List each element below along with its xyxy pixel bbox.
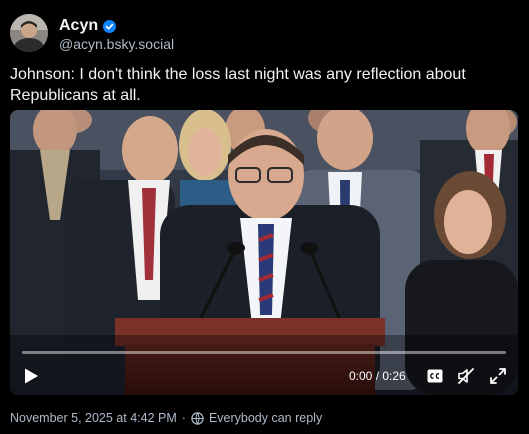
- everybody-reply-icon: [191, 411, 204, 425]
- muted-speaker-icon[interactable]: [457, 367, 475, 385]
- fullscreen-icon[interactable]: [489, 367, 507, 385]
- play-icon[interactable]: [22, 367, 40, 385]
- author-display-name[interactable]: Acyn: [59, 17, 98, 35]
- author-handle[interactable]: @acyn.bsky.social: [59, 36, 174, 52]
- avatar[interactable]: [10, 14, 48, 52]
- post-timestamp[interactable]: November 5, 2025 at 4:42 PM: [10, 411, 177, 425]
- post: Acyn @acyn.bsky.social Johnson: I don't …: [0, 0, 529, 434]
- reply-setting[interactable]: Everybody can reply: [209, 411, 322, 425]
- meta-separator: ·: [181, 411, 186, 425]
- post-text: Johnson: I don't think the loss last nig…: [10, 66, 466, 104]
- verified-check-icon: [103, 19, 117, 33]
- avatar-image: [10, 14, 48, 52]
- video-player[interactable]: 0:00 / 0:26: [10, 110, 518, 395]
- closed-captions-icon[interactable]: [427, 369, 443, 383]
- video-time: 0:00 / 0:26: [349, 369, 406, 383]
- video-progress-bar[interactable]: [22, 351, 506, 354]
- author-name-row: Acyn: [59, 15, 117, 37]
- post-meta: November 5, 2025 at 4:42 PM · Everybody …: [10, 410, 322, 426]
